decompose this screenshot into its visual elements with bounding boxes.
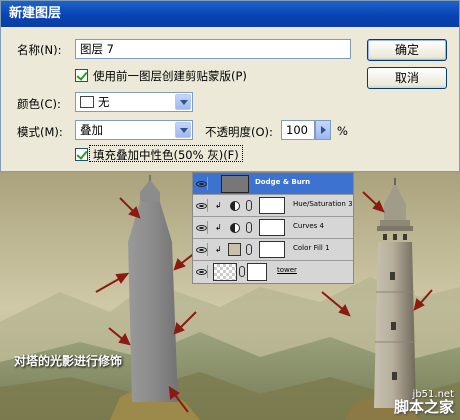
link-chain-icon [246, 200, 252, 211]
fill-swatch-thumbnail [228, 243, 241, 256]
clip-arrow-icon: ↲ [215, 201, 222, 210]
color-value: 无 [98, 95, 110, 109]
visibility-eye-icon[interactable] [195, 265, 208, 278]
layer-thumbnail [213, 263, 237, 281]
adjustment-icon [230, 223, 240, 233]
visibility-eye-icon[interactable] [195, 177, 208, 190]
visibility-eye-icon[interactable] [195, 243, 208, 256]
opacity-unit: % [337, 124, 348, 138]
opacity-slider-toggle[interactable] [315, 120, 331, 140]
link-chain-icon [246, 244, 252, 255]
mode-value: 叠加 [80, 123, 103, 137]
layer-name: tower [277, 266, 297, 274]
layer-mask-thumbnail [259, 241, 285, 258]
cancel-button[interactable]: 取消 [367, 67, 447, 89]
fill-neutral-checkbox[interactable] [75, 148, 88, 161]
chevron-down-icon[interactable] [175, 122, 191, 138]
layer-mask-thumbnail [259, 219, 285, 236]
clip-arrow-icon: ↲ [215, 245, 222, 254]
mode-label: 模式(M): [17, 125, 63, 139]
visibility-eye-icon[interactable] [195, 199, 208, 212]
layer-mask-thumbnail [259, 197, 285, 214]
mode-select[interactable]: 叠加 [75, 120, 193, 140]
opacity-input[interactable]: 100 [281, 120, 315, 140]
watermark-site: 脚本之家 [393, 398, 454, 416]
layer-row-tower[interactable]: tower [193, 261, 353, 283]
layer-row-color-fill[interactable]: ↲ Color Fill 1 [193, 239, 353, 261]
name-label: 名称(N): [17, 43, 62, 57]
layer-row-dodge-burn[interactable]: Dodge & Burn [193, 173, 353, 195]
layer-name: Color Fill 1 [293, 244, 330, 252]
dialog-title: 新建图层 [1, 1, 459, 27]
clip-mask-checkbox[interactable] [75, 69, 88, 82]
layer-row-hue-saturation[interactable]: ↲ Hue/Saturation 3 [193, 195, 353, 217]
layer-mask-thumbnail [247, 263, 267, 281]
new-layer-dialog: 新建图层 名称(N): 图层 7 使用前一图层创建剪贴蒙版(P) 颜色(C): … [0, 0, 460, 172]
clip-arrow-icon: ↲ [215, 223, 222, 232]
layers-panel: Dodge & Burn ↲ Hue/Saturation 3 ↲ Curves… [192, 172, 354, 284]
layer-thumbnail [221, 175, 249, 193]
layer-row-curves[interactable]: ↲ Curves 4 [193, 217, 353, 239]
layer-name: Dodge & Burn [255, 178, 311, 186]
layer-name-input[interactable]: 图层 7 [75, 39, 351, 59]
visibility-eye-icon[interactable] [195, 221, 208, 234]
fill-neutral-label: 填充叠加中性色(50% 灰)(F) [93, 148, 239, 162]
link-chain-icon [239, 266, 245, 277]
color-label: 颜色(C): [17, 97, 61, 111]
tower-comparison-photo: 对塔的光影进行修饰 jb51.net 脚本之家 Dodge & Burn ↲ H… [0, 172, 460, 420]
color-swatch [80, 96, 94, 108]
adjustment-icon [230, 201, 240, 211]
clip-mask-label: 使用前一图层创建剪贴蒙版(P) [93, 69, 247, 83]
chevron-down-icon[interactable] [175, 94, 191, 110]
opacity-label: 不透明度(O): [205, 125, 273, 139]
layer-name: Hue/Saturation 3 [293, 200, 353, 208]
layer-name: Curves 4 [293, 222, 324, 230]
color-select[interactable]: 无 [75, 92, 193, 112]
photo-caption: 对塔的光影进行修饰 [14, 354, 123, 368]
link-chain-icon [246, 222, 252, 233]
ok-button[interactable]: 确定 [367, 39, 447, 61]
